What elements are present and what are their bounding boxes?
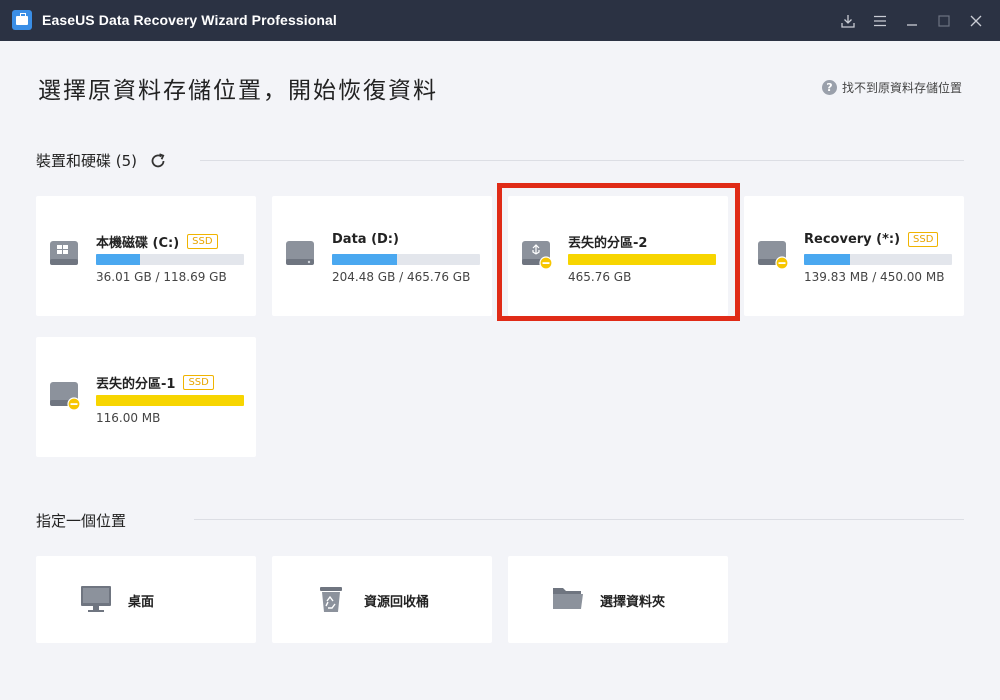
refresh-icon	[151, 152, 165, 167]
devices-section-label: 裝置和硬碟 (5)	[36, 152, 138, 170]
devices-section-header: 裝置和硬碟 (5)	[36, 150, 167, 171]
devices-section-divider	[200, 160, 964, 161]
usage-bar-fill	[332, 254, 398, 265]
drive-usage: 36.01 GB / 118.69 GB	[96, 270, 227, 284]
usb-lost-drive-icon	[521, 239, 555, 275]
usage-bar	[96, 395, 244, 406]
minimize-button[interactable]	[899, 8, 925, 34]
ssd-badge: SSD	[183, 375, 214, 390]
download-icon	[841, 15, 855, 28]
folder-icon	[552, 584, 584, 616]
locations-section-divider	[194, 519, 964, 520]
title-bar: EaseUS Data Recovery Wizard Professional	[0, 0, 1000, 41]
drive-name-text: Data (D:)	[332, 232, 399, 247]
usage-bar	[96, 254, 244, 265]
drive-name: Recovery (*:) SSD	[804, 232, 939, 247]
drive-card-d[interactable]: Data (D:) 204.48 GB / 465.76 GB	[272, 196, 492, 316]
main-panel: 選擇原資料存儲位置，開始恢復資料 ? 找不到原資料存儲位置 裝置和硬碟 (5) …	[0, 41, 1000, 700]
drive-usage: 116.00 MB	[96, 411, 161, 425]
drive-name: 本機磁碟 (C:) SSD	[96, 232, 218, 251]
close-button[interactable]	[963, 8, 989, 34]
hard-drive-icon	[285, 239, 317, 273]
location-desktop[interactable]: 桌面	[36, 556, 256, 643]
drive-card-c[interactable]: 本機磁碟 (C:) SSD 36.01 GB / 118.69 GB	[36, 196, 256, 316]
window-title: EaseUS Data Recovery Wizard Professional	[42, 12, 337, 28]
recycle-bin-icon	[316, 584, 346, 618]
help-link-label: 找不到原資料存儲位置	[842, 81, 963, 95]
drive-usage: 139.83 MB / 450.00 MB	[804, 270, 945, 284]
lost-drive-icon	[757, 239, 791, 275]
drive-usage: 204.48 GB / 465.76 GB	[332, 270, 471, 284]
locations-section-label: 指定一個位置	[36, 512, 127, 530]
location-label: 資源回收桶	[364, 595, 430, 610]
drive-name: 丟失的分區-1 SSD	[96, 373, 214, 392]
download-button[interactable]	[835, 8, 861, 34]
usage-bar	[332, 254, 480, 265]
ssd-badge: SSD	[187, 234, 218, 249]
usage-bar	[568, 254, 716, 265]
ssd-badge: SSD	[908, 232, 939, 247]
minimize-icon	[907, 24, 917, 26]
drive-name: Data (D:)	[332, 232, 399, 247]
lost-drive-icon	[49, 380, 83, 416]
help-link[interactable]: ? 找不到原資料存儲位置	[822, 79, 962, 96]
maximize-icon	[938, 15, 950, 27]
desktop-icon	[80, 584, 112, 618]
location-label: 桌面	[128, 595, 155, 610]
question-icon: ?	[822, 80, 837, 95]
drive-name-text: 丟失的分區-2	[568, 236, 648, 251]
hamburger-menu-icon	[874, 15, 886, 27]
location-label: 選擇資料夾	[600, 595, 666, 610]
drive-card-lost-2[interactable]: 丟失的分區-2 465.76 GB	[508, 196, 728, 316]
location-select-folder[interactable]: 選擇資料夾	[508, 556, 728, 643]
drive-card-lost-1[interactable]: 丟失的分區-1 SSD 116.00 MB	[36, 337, 256, 457]
locations-section-header: 指定一個位置	[36, 510, 126, 531]
page-title: 選擇原資料存儲位置，開始恢復資料	[38, 78, 438, 104]
windows-drive-icon	[49, 239, 81, 273]
usage-bar-fill	[96, 395, 244, 406]
close-icon	[970, 15, 982, 27]
location-recycle-bin[interactable]: 資源回收桶	[272, 556, 492, 643]
drive-usage: 465.76 GB	[568, 270, 632, 284]
usage-bar-fill	[96, 254, 141, 265]
usage-bar-fill	[804, 254, 850, 265]
drive-name-text: 丟失的分區-1	[96, 377, 176, 392]
drive-card-recovery[interactable]: Recovery (*:) SSD 139.83 MB / 450.00 MB	[744, 196, 964, 316]
drive-name-text: 本機磁碟 (C:)	[96, 236, 180, 251]
maximize-button[interactable]	[931, 8, 957, 34]
usage-bar-fill	[568, 254, 716, 265]
usage-bar	[804, 254, 952, 265]
drive-name: 丟失的分區-2	[568, 232, 647, 251]
drive-name-text: Recovery (*:)	[804, 232, 901, 247]
app-logo-icon	[12, 10, 32, 30]
refresh-button[interactable]	[149, 152, 167, 170]
menu-button[interactable]	[867, 8, 893, 34]
